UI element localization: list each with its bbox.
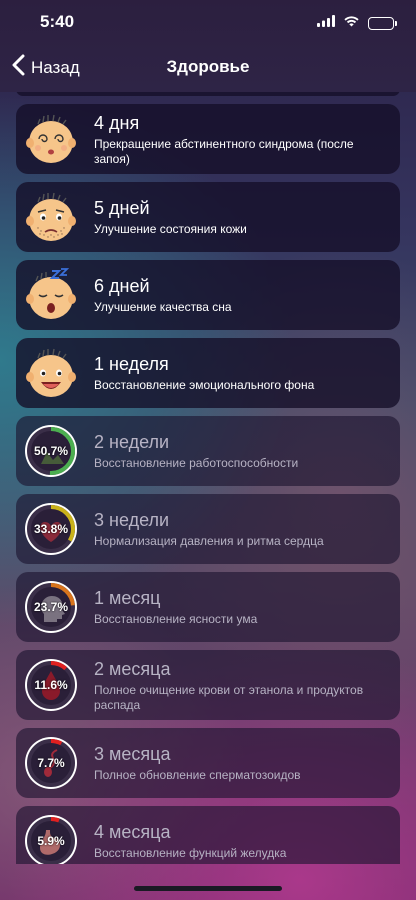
milestone-text: 3 недели Нормализация давления и ритма с… bbox=[94, 509, 390, 549]
page-title: Здоровье bbox=[166, 57, 250, 76]
signal-icon bbox=[317, 14, 335, 32]
milestone-text: 4 дня Прекращение абстинентного синдрома… bbox=[94, 112, 390, 167]
milestone-title: 4 дня bbox=[94, 112, 140, 133]
status-time: 5:40 bbox=[40, 12, 75, 31]
milestone-card-4-days[interactable]: 4 дня Прекращение абстинентного синдрома… bbox=[16, 104, 400, 174]
milestone-title: 3 недели bbox=[94, 510, 170, 530]
dizzy-face-icon bbox=[24, 112, 78, 166]
milestone-card-2-months[interactable]: 11.6% 2 месяца Полное очищение крови от … bbox=[16, 650, 400, 720]
milestone-title: 3 месяца bbox=[94, 744, 171, 764]
progress-ring: 50.7% bbox=[24, 424, 78, 478]
milestone-text: 2 недели Восстановление работоспособност… bbox=[94, 431, 390, 471]
milestone-card-1-week[interactable]: 1 неделя Восстановление эмоционального ф… bbox=[16, 338, 400, 408]
milestone-title: 5 дней bbox=[94, 198, 150, 218]
sleepy-face-icon bbox=[24, 268, 78, 322]
milestone-title: 4 месяца bbox=[94, 822, 171, 842]
milestone-title: 2 недели bbox=[94, 432, 170, 452]
progress-percent: 33.8% bbox=[33, 522, 69, 536]
milestone-text: 1 месяц Восстановление ясности ума bbox=[94, 587, 390, 627]
milestone-card-4-months[interactable]: 5.9% 4 месяца Восстановление функций жел… bbox=[16, 806, 400, 864]
milestone-title: 1 месяц bbox=[94, 588, 161, 608]
progress-percent: 11.6% bbox=[34, 678, 68, 692]
milestone-title: 1 неделя bbox=[94, 354, 169, 374]
milestone-subtitle: Восстановление работоспособности bbox=[94, 456, 299, 470]
milestone-card-1-month[interactable]: 23.7% 1 месяц Восстановление ясности ума bbox=[16, 572, 400, 642]
milestone-card-5-days[interactable]: 5 дней Улучшение состояния кожи bbox=[16, 182, 400, 252]
progress-percent: 23.7% bbox=[33, 600, 69, 614]
milestone-subtitle: Нормализация давления и ритма сердца bbox=[94, 534, 324, 548]
milestone-card-2-weeks[interactable]: 50.7% 2 недели Восстановление работоспос… bbox=[16, 416, 400, 486]
milestone-subtitle: Восстановление эмоционального фона bbox=[94, 378, 315, 392]
milestone-text: 6 дней Улучшение качества сна bbox=[94, 275, 390, 315]
milestone-card-6-days[interactable]: 6 дней Улучшение качества сна bbox=[16, 260, 400, 330]
progress-ring: 23.7% bbox=[24, 580, 78, 634]
milestone-subtitle: Полное обновление сперматозоидов bbox=[94, 768, 301, 782]
health-milestones-list[interactable]: 4 дня Прекращение абстинентного синдрома… bbox=[16, 92, 400, 864]
milestone-title: 2 месяца bbox=[94, 658, 171, 679]
milestone-text: 3 месяца Полное обновление сперматозоидо… bbox=[94, 743, 390, 783]
progress-ring: 7.7% bbox=[24, 736, 78, 790]
milestone-card-3-weeks[interactable]: 33.8% 3 недели Нормализация давления и р… bbox=[16, 494, 400, 564]
milestone-subtitle: Улучшение состояния кожи bbox=[94, 222, 247, 236]
progress-ring: 11.6% bbox=[24, 658, 78, 712]
progress-percent: 7.7% bbox=[37, 756, 65, 770]
battery-icon bbox=[368, 16, 397, 30]
progress-ring: 5.9% bbox=[24, 814, 78, 864]
progress-percent: 5.9% bbox=[37, 834, 65, 848]
laughing-face-icon bbox=[24, 346, 78, 400]
progress-ring: 33.8% bbox=[24, 502, 78, 556]
milestone-text: 5 дней Улучшение состояния кожи bbox=[94, 197, 390, 237]
wifi-icon bbox=[343, 14, 360, 32]
navigation-bar: 5:40 Назад Здоровье bbox=[0, 0, 416, 92]
milestone-title: 6 дней bbox=[94, 276, 150, 296]
milestone-subtitle: Восстановление ясности ума bbox=[94, 612, 258, 626]
milestone-text: 1 неделя Восстановление эмоционального ф… bbox=[94, 353, 390, 393]
milestone-subtitle: Полное очищение крови от этанола и проду… bbox=[94, 682, 364, 712]
previous-card-edge bbox=[16, 92, 400, 96]
milestone-subtitle: Восстановление функций желудка bbox=[94, 846, 287, 860]
milestone-subtitle: Прекращение абстинентного синдрома (посл… bbox=[94, 136, 354, 166]
milestone-card-3-months[interactable]: 7.7% 3 месяца Полное обновление спермато… bbox=[16, 728, 400, 798]
milestone-subtitle: Улучшение качества сна bbox=[94, 300, 232, 314]
unshaven-face-icon bbox=[24, 190, 78, 244]
milestone-text: 2 месяца Полное очищение крови от этанол… bbox=[94, 658, 390, 713]
home-indicator[interactable] bbox=[134, 886, 282, 891]
progress-percent: 50.7% bbox=[33, 444, 69, 458]
milestone-text: 4 месяца Восстановление функций желудка bbox=[94, 821, 390, 861]
status-icons bbox=[317, 14, 397, 32]
